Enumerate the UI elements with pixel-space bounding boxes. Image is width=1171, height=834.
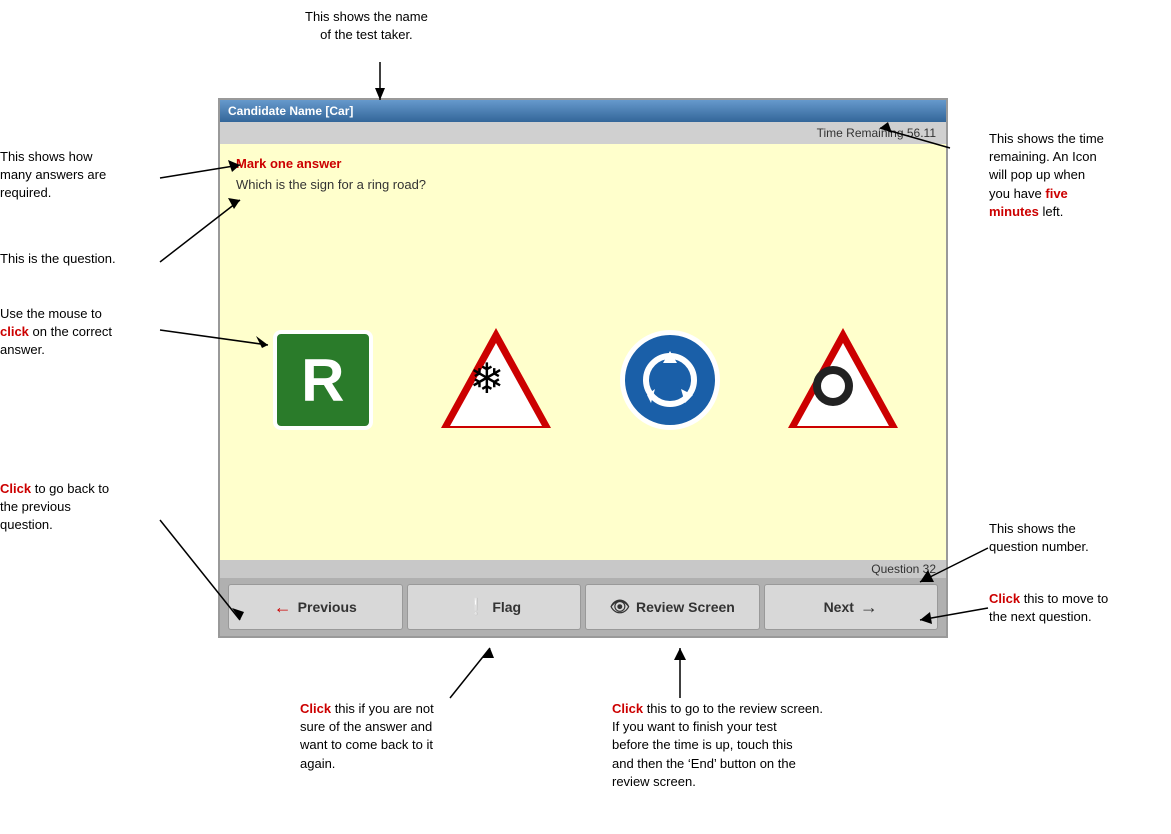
annotation-left-previous: Click to go back tothe previousquestion. <box>0 480 175 535</box>
question-text: Which is the sign for a ring road? <box>236 177 930 192</box>
annotation-left-mouse: Use the mouse to click on the correctans… <box>0 305 175 360</box>
review-button[interactable]: 👁 Review Screen <box>585 584 760 630</box>
snowflake-symbol: ❄ <box>469 358 504 400</box>
previous-arrow-icon: ← <box>274 597 292 618</box>
next-arrow-icon: → <box>860 597 878 618</box>
mark-one-answer: Mark one answer <box>236 156 930 171</box>
flag-button[interactable]: ❕ Flag <box>407 584 582 630</box>
sign-roundabout-icon <box>620 330 720 430</box>
annotation-many-answers: many answers are <box>0 167 106 182</box>
annotation-top-center: This shows the nameof the test taker. <box>305 8 428 44</box>
annotation-right-next: Click this to move tothe next question. <box>989 590 1164 626</box>
nav-buttons: ← Previous ❕ Flag 👁 Review Screen Next → <box>220 578 946 636</box>
nav-bar: Question 32 ← Previous ❕ Flag 👁 Review S… <box>220 560 946 636</box>
annotation-five: fiveminutes <box>989 186 1068 219</box>
annotation-left-answers: This shows how many answers are required… <box>0 148 175 203</box>
previous-label: Previous <box>298 599 357 615</box>
ring-symbol <box>810 363 856 412</box>
annotation-click-red: click <box>0 324 29 339</box>
annotation-bottom-review: Click this to go to the review screen. I… <box>612 700 952 791</box>
review-label: Review Screen <box>636 599 735 615</box>
annotation-click-back-red: Click <box>0 481 31 496</box>
question-area: Mark one answer Which is the sign for a … <box>220 144 946 560</box>
sign-ring-container <box>788 328 898 433</box>
previous-button[interactable]: ← Previous <box>228 584 403 630</box>
next-label: Next <box>824 599 854 615</box>
answer-d[interactable] <box>773 310 913 450</box>
annotation-go-back: to go back to <box>35 481 109 496</box>
annotation-will-pop-up: will pop up when <box>989 167 1085 182</box>
answers-row: R ❄ <box>236 212 930 548</box>
annotation-click-next-red: Click <box>989 591 1020 606</box>
answer-a[interactable]: R <box>253 310 393 450</box>
flag-label: Flag <box>492 599 521 615</box>
annotation-right-question-number: This shows thequestion number. <box>989 520 1164 556</box>
annotation-top-right: This shows the timeremaining. An Icon wi… <box>989 130 1164 221</box>
annotation-use-mouse: Use the mouse to <box>0 306 102 321</box>
sign-r-icon: R <box>273 330 373 430</box>
answer-c[interactable] <box>600 310 740 450</box>
timer-label: Time Remaining 56.11 <box>817 126 936 140</box>
annotation-left-question: This is the question. <box>0 250 175 268</box>
roundabout-arrows-svg <box>635 345 705 415</box>
window-title: Candidate Name [Car] <box>228 104 353 118</box>
question-number-bar: Question 32 <box>220 560 946 578</box>
ring-svg <box>810 363 856 409</box>
title-bar: Candidate Name [Car] <box>220 100 946 122</box>
annotation-bottom-flag: Click this if you are not sure of the an… <box>300 700 530 773</box>
annotation-click-flag-red: Click <box>300 701 331 716</box>
timer-bar: Time Remaining 56.11 <box>220 122 946 144</box>
review-icon: 👁 <box>610 597 630 617</box>
answer-b[interactable]: ❄ <box>426 310 566 450</box>
test-window: Candidate Name [Car] Time Remaining 56.1… <box>218 98 948 638</box>
sign-snowflake-container: ❄ <box>441 328 551 433</box>
next-button[interactable]: Next → <box>764 584 939 630</box>
annotation-click-review-red: Click <box>612 701 643 716</box>
flag-icon: ❕ <box>466 597 486 617</box>
